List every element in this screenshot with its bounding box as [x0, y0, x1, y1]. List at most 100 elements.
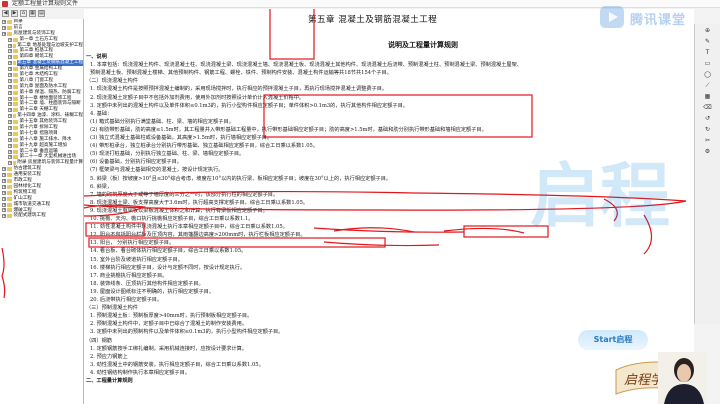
folder-icon — [13, 114, 16, 119]
expand-icon[interactable]: + — [8, 125, 12, 130]
annotation-tool-button[interactable]: ⟋ — [701, 81, 715, 90]
folder-icon — [13, 161, 16, 166]
folder-icon — [13, 137, 18, 142]
play-logo-icon — [600, 6, 624, 28]
window-title: 定额工程量计算规则文件 — [12, 0, 79, 7]
expand-icon[interactable]: + — [8, 102, 12, 107]
folder-icon — [13, 102, 18, 107]
expand-icon[interactable]: + — [2, 178, 6, 183]
expand-icon[interactable]: + — [2, 190, 6, 195]
expand-icon[interactable]: + — [2, 196, 6, 201]
folder-icon — [13, 108, 18, 113]
expand-icon[interactable]: + — [8, 90, 12, 95]
expand-icon[interactable]: + — [2, 184, 6, 189]
expand-icon[interactable]: + — [8, 137, 12, 142]
folder-icon — [7, 208, 12, 213]
folder-icon — [13, 84, 18, 89]
expand-icon[interactable]: + — [2, 214, 6, 219]
folder-icon — [13, 49, 18, 54]
expand-icon[interactable]: + — [8, 55, 12, 60]
folder-icon — [7, 178, 12, 183]
expand-icon[interactable]: + — [2, 167, 6, 172]
folder-icon — [7, 190, 12, 195]
folder-icon — [7, 31, 12, 36]
expand-icon[interactable]: + — [8, 108, 12, 113]
expand-icon[interactable]: + — [8, 72, 12, 77]
folder-icon — [13, 67, 18, 72]
folder-icon — [7, 184, 12, 189]
folder-icon — [13, 37, 18, 42]
watermark-text: 腾讯课堂 — [630, 13, 687, 28]
expand-icon[interactable]: + — [2, 208, 6, 213]
app-icon — [2, 1, 8, 7]
annotation-tool-button[interactable]: ⌫ — [701, 103, 715, 112]
folder-icon — [7, 25, 12, 30]
expand-icon[interactable]: + — [2, 31, 6, 36]
toolbar-button[interactable]: ▤ — [38, 10, 45, 17]
folder-icon — [13, 131, 18, 136]
expand-icon[interactable]: + — [8, 114, 12, 119]
annotation-tool-button[interactable]: ⚙ — [701, 147, 715, 156]
toolbar-button[interactable]: ▶ — [11, 10, 18, 17]
annotation-tool-button[interactable]: ↺ — [701, 114, 715, 123]
expand-icon[interactable]: + — [2, 19, 6, 24]
toolbar-button[interactable]: ▦ — [29, 10, 36, 17]
expand-icon[interactable]: + — [2, 173, 6, 178]
folder-icon — [7, 214, 12, 219]
folder-icon — [13, 143, 18, 148]
toolbar-button[interactable]: ◀ — [2, 10, 9, 17]
expand-icon[interactable]: + — [8, 131, 12, 136]
expand-icon[interactable]: + — [8, 61, 12, 66]
folder-icon — [13, 149, 18, 154]
background-logo: 启程 — [530, 155, 670, 237]
tree-item-label: 装配式建筑工程 — [13, 213, 46, 219]
expand-icon[interactable]: + — [8, 149, 12, 154]
folder-icon — [13, 43, 16, 48]
annotation-tool-button[interactable]: ▭ — [701, 59, 715, 68]
expand-icon[interactable]: + — [8, 78, 12, 83]
annotation-toolbar: ⊕ ✎ T ▭ ◯ ⟋ ▦ ⌫ ↺ ↻ ✂ ⚙ — [694, 24, 720, 324]
expand-icon[interactable]: + — [2, 25, 6, 30]
folder-icon — [7, 167, 12, 172]
annotation-tool-button[interactable]: ▦ — [701, 92, 715, 101]
tree-item[interactable]: + 装配式建筑工程 — [0, 213, 83, 219]
expand-icon[interactable]: + — [8, 161, 12, 166]
folder-icon — [13, 90, 18, 95]
folder-icon — [7, 173, 12, 178]
folder-icon — [7, 196, 12, 201]
expand-icon[interactable]: + — [8, 155, 12, 160]
expand-icon[interactable]: + — [8, 84, 12, 89]
presenter-video — [658, 352, 706, 404]
annotation-tool-button[interactable]: ✂ — [701, 136, 715, 145]
folder-icon — [13, 61, 16, 66]
folder-icon — [13, 120, 18, 125]
expand-icon[interactable]: + — [8, 67, 12, 72]
folder-icon — [13, 125, 18, 130]
expand-icon[interactable]: + — [8, 37, 12, 42]
annotation-tool-button[interactable]: ◯ — [701, 70, 715, 79]
expand-icon[interactable]: + — [8, 96, 12, 101]
app-window: 定额工程量计算规则文件 ◀ ▶ ⌂ ▦ ▤ + 目录 + 前言 + 房屋建筑与装饰工程 + 第一章 土… — [0, 0, 720, 404]
annotation-tool-button[interactable]: ⊕ — [701, 26, 715, 35]
annotation-box-title — [269, 9, 315, 60]
annotation-box-yangtai — [88, 237, 386, 248]
expand-icon[interactable]: + — [8, 43, 12, 48]
toolbar-button[interactable]: ⌂ — [20, 10, 27, 17]
annotation-check-icon — [1, 247, 6, 299]
folder-icon — [13, 78, 18, 83]
folder-icon — [13, 96, 18, 101]
tencent-classroom-watermark: 腾讯课堂 — [598, 0, 702, 34]
folder-icon — [13, 155, 18, 160]
folder-icon — [7, 202, 12, 207]
expand-icon[interactable]: + — [8, 49, 12, 54]
annotation-tool-button[interactable]: T — [701, 48, 715, 57]
annotation-underline-1 — [323, 241, 440, 247]
folder-icon — [7, 19, 12, 24]
expand-icon[interactable]: + — [2, 202, 6, 207]
annotation-box-stair — [85, 222, 145, 237]
expand-icon[interactable]: + — [8, 120, 12, 125]
folder-icon — [13, 72, 18, 77]
annotation-tool-button[interactable]: ✎ — [701, 37, 715, 46]
expand-icon[interactable]: + — [8, 143, 12, 148]
annotation-tool-button[interactable]: ↻ — [701, 125, 715, 134]
